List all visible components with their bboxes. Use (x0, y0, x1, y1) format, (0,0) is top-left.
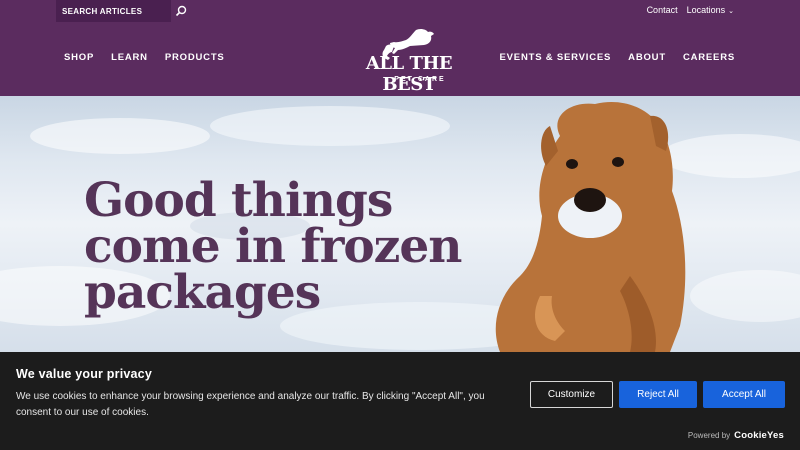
search-button[interactable] (172, 2, 190, 20)
site-header: Contact Locations⌄ SHOP LEARN PRODUCTS A… (0, 0, 800, 96)
nav-events-services[interactable]: EVENTS & SERVICES (500, 52, 612, 63)
logo-wordmark: ALL THE BEST (365, 53, 453, 95)
top-links: Contact Locations ⌄ (647, 5, 734, 15)
cookie-title: We value your privacy (16, 367, 152, 381)
powered-by-label: Powered by (687, 431, 731, 440)
search-input[interactable] (62, 6, 167, 16)
customize-button[interactable]: Customize (530, 381, 613, 408)
accept-all-button[interactable]: Accept All (703, 381, 785, 408)
logo-subtitle: PET CARE (394, 76, 446, 83)
hero-headline: Good things come in frozen packages (84, 173, 524, 320)
cookie-description: We use cookies to enhance your browsing … (16, 391, 485, 418)
nav-shop[interactable]: SHOP (64, 52, 94, 63)
cookieyes-logo[interactable]: CookieYes (734, 430, 784, 441)
nav-products[interactable]: PRODUCTS (165, 52, 225, 63)
cookie-consent-banner: We value your privacy We use cookies to … (0, 352, 800, 450)
main-nav-right: EVENTS & SERVICES ABOUT CAREERS (500, 52, 735, 63)
chevron-down-icon: ⌄ (728, 8, 734, 15)
nav-about[interactable]: ABOUT (628, 52, 666, 63)
nav-learn[interactable]: LEARN (111, 52, 148, 63)
search-icon (175, 5, 187, 17)
locations-label: Locations (686, 5, 726, 15)
hero-line-3: packages (84, 265, 321, 320)
nav-careers[interactable]: CAREERS (683, 52, 735, 63)
search-box[interactable] (56, 0, 171, 22)
hero-banner: Good things come in frozen packages (0, 96, 800, 352)
hero-line-2: come in frozen (84, 219, 462, 274)
powered-by: Powered by CookieYes (688, 430, 784, 441)
reject-all-button[interactable]: Reject All (619, 381, 697, 408)
main-nav-left: SHOP LEARN PRODUCTS (64, 52, 225, 63)
contact-link[interactable]: Contact (647, 5, 678, 15)
locations-dropdown[interactable]: Locations ⌄ (687, 5, 734, 15)
site-logo[interactable]: ALL THE BEST PET CARE (354, 26, 464, 95)
hero-line-1: Good things (84, 173, 393, 228)
